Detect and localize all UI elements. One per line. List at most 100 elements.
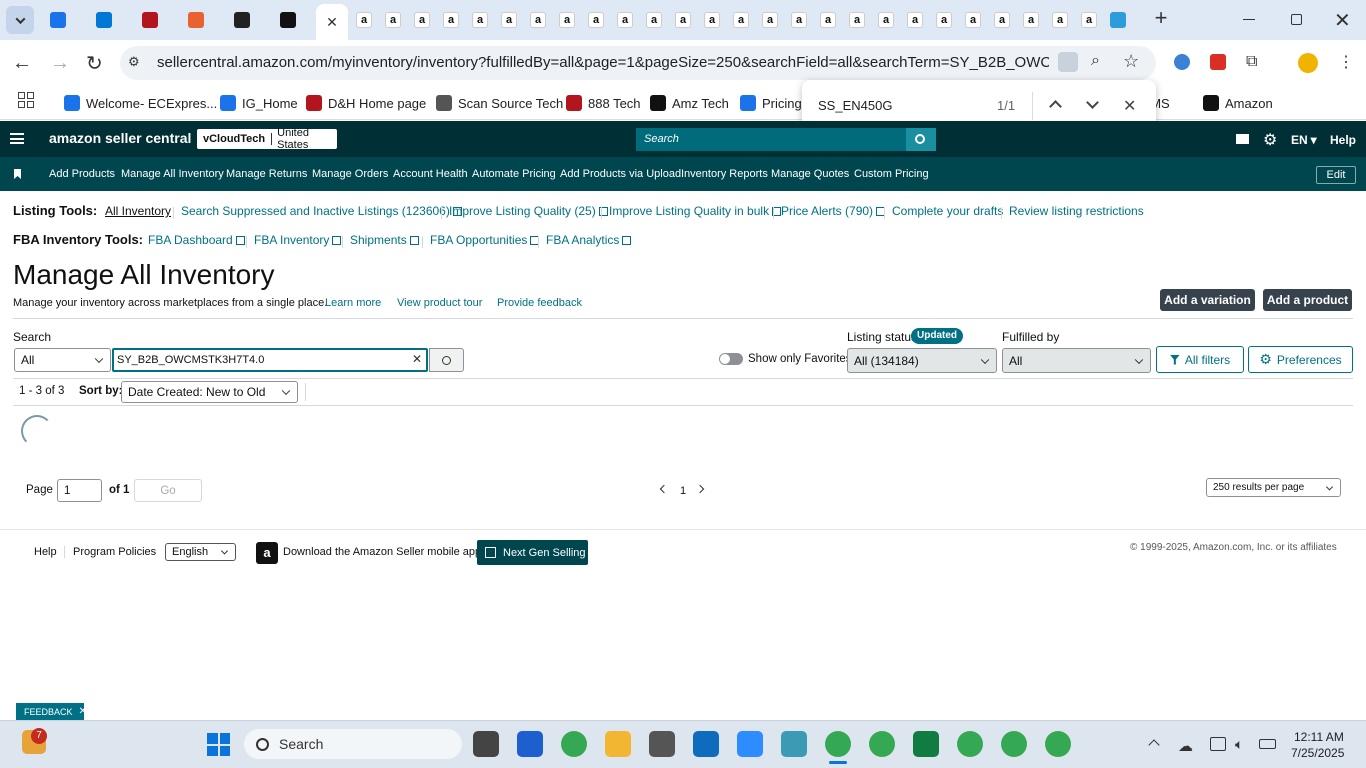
calculator-icon[interactable] <box>649 731 675 757</box>
fba-tool-link[interactable]: Shipments <box>350 233 419 247</box>
browser-tab[interactable] <box>182 6 210 34</box>
bookmark-star-icon[interactable]: ☆ <box>1123 51 1139 72</box>
forward-icon[interactable]: → <box>50 52 70 75</box>
nav-edit-button[interactable]: Edit <box>1316 166 1356 184</box>
browser-tab[interactable]: a <box>553 6 581 34</box>
favorites-toggle[interactable] <box>719 353 743 365</box>
bookmark-item[interactable]: Welcome- ECExpres... <box>64 92 217 114</box>
amazon-app-icon[interactable]: a <box>256 542 278 564</box>
task-view-icon[interactable] <box>473 731 499 757</box>
all-filters-button[interactable]: All filters <box>1156 346 1244 373</box>
fba-tool-link[interactable]: FBA Inventory <box>254 233 342 247</box>
fulfilled-by-select[interactable]: All <box>1002 348 1151 373</box>
app-icon[interactable] <box>781 731 807 757</box>
browser-tab[interactable]: a <box>466 6 494 34</box>
nav-item[interactable]: Add Products via Upload <box>560 168 681 180</box>
hamburger-menu-icon[interactable] <box>10 133 24 144</box>
browser-tab[interactable] <box>90 6 118 34</box>
chrome-profile-icon[interactable] <box>869 731 895 757</box>
browser-tab[interactable]: a <box>408 6 436 34</box>
chrome-icon[interactable] <box>825 731 851 757</box>
sort-select[interactable]: Date Created: New to Old <box>121 381 298 403</box>
maximize-button[interactable] <box>1291 14 1302 25</box>
bookmark-item[interactable]: IG_Home <box>220 92 298 114</box>
browser-tab[interactable]: a <box>350 6 378 34</box>
clear-search-icon[interactable]: ✕ <box>412 352 422 366</box>
bookmark-item[interactable]: Amz Tech <box>650 92 729 114</box>
tab-search-dropdown[interactable] <box>6 6 34 34</box>
reload-icon[interactable]: ↻ <box>86 51 103 76</box>
help-link[interactable]: Help <box>1330 133 1356 147</box>
chrome-icon[interactable] <box>561 731 587 757</box>
nav-item[interactable]: Account Health <box>393 168 468 180</box>
nav-item[interactable]: Manage All Inventory <box>121 168 224 180</box>
bookmark-item[interactable]: Amazon <box>1203 92 1273 114</box>
network-icon[interactable] <box>1210 737 1226 751</box>
file-explorer-icon[interactable] <box>605 731 631 757</box>
listing-tool-link[interactable]: Search Suppressed and Inactive Listings … <box>181 204 462 218</box>
browser-tab[interactable] <box>136 6 164 34</box>
browser-tab[interactable]: a <box>1075 6 1103 34</box>
bookmark-item[interactable]: Scan Source Tech <box>436 92 563 114</box>
footer-policies-link[interactable]: Program Policies <box>73 546 156 558</box>
current-page[interactable]: 1 <box>680 485 686 497</box>
feedback-tab[interactable]: FEEDBACK ✕ <box>16 703 87 720</box>
find-input[interactable]: SS_EN450G <box>818 98 892 113</box>
search-submit-button[interactable] <box>429 348 464 372</box>
nav-item[interactable]: Custom Pricing <box>854 168 929 180</box>
extensions-puzzle-icon[interactable]: ⧉ <box>1246 53 1257 71</box>
browser-tab[interactable]: a <box>756 6 784 34</box>
apps-grid-icon[interactable] <box>18 92 34 108</box>
close-window-button[interactable]: ✕ <box>1334 8 1351 33</box>
browser-tab[interactable]: a <box>959 6 987 34</box>
nav-item[interactable]: Manage Orders <box>312 168 388 180</box>
browser-tab[interactable]: a <box>698 6 726 34</box>
gear-icon[interactable]: ⚙ <box>1263 130 1277 150</box>
site-info-icon[interactable]: ⚙ <box>128 54 144 70</box>
learn-more-link[interactable]: Learn more <box>325 297 381 309</box>
browser-tab[interactable]: a <box>1046 6 1074 34</box>
tab-active[interactable]: ✕ <box>316 4 348 40</box>
close-icon[interactable]: ✕ <box>79 706 87 717</box>
chrome-profile-icon[interactable] <box>957 731 983 757</box>
add-product-button[interactable]: Add a product <box>1263 289 1352 311</box>
zoom-icon[interactable]: ⌕ <box>1091 52 1100 70</box>
bookmark-item[interactable]: Pricing <box>740 92 802 114</box>
header-search-button[interactable] <box>906 128 936 151</box>
listing-tool-link[interactable]: Improve Listing Quality (25) <box>449 204 608 218</box>
mail-icon[interactable] <box>1236 134 1249 144</box>
page-number-input[interactable]: 1 <box>57 479 102 502</box>
nav-item[interactable]: Inventory Reports <box>681 168 768 180</box>
amazon-logo[interactable]: amazon seller central <box>49 130 191 146</box>
browser-tab[interactable]: a <box>379 6 407 34</box>
fba-tool-link[interactable]: FBA Opportunities <box>430 233 540 247</box>
taskbar-search[interactable]: Search <box>244 729 462 759</box>
feedback-link[interactable]: Provide feedback <box>497 297 582 309</box>
browser-tab[interactable]: a <box>785 6 813 34</box>
close-tab-icon[interactable]: ✕ <box>326 14 338 31</box>
url-text[interactable]: sellercentral.amazon.com/myinventory/inv… <box>157 54 1049 71</box>
browser-tab[interactable]: a <box>640 6 668 34</box>
menu-kebab-icon[interactable]: ⋮ <box>1338 52 1354 72</box>
fba-tool-link[interactable]: FBA Dashboard <box>148 233 245 247</box>
footer-language-select[interactable]: English <box>165 543 236 561</box>
account-switcher[interactable]: vCloudTech United States <box>197 127 337 151</box>
listing-tool-link[interactable]: Complete your drafts <box>892 204 1003 218</box>
browser-tab[interactable]: a <box>872 6 900 34</box>
browser-tab[interactable]: a <box>901 6 929 34</box>
next-gen-button[interactable]: Next Gen Selling <box>477 540 588 565</box>
fba-tool-link[interactable]: FBA Analytics <box>546 233 632 247</box>
browser-tab[interactable]: a <box>669 6 697 34</box>
nav-item[interactable]: Manage Returns <box>226 168 307 180</box>
extension-icon[interactable] <box>1174 54 1190 70</box>
nav-item[interactable]: Add Products <box>49 168 115 180</box>
chrome-profile-icon[interactable] <box>1001 731 1027 757</box>
back-icon[interactable]: ← <box>12 52 32 75</box>
store-icon[interactable] <box>517 731 543 757</box>
browser-tab[interactable]: a <box>582 6 610 34</box>
listing-tool-link[interactable]: Price Alerts (790) <box>781 204 886 218</box>
browser-tab[interactable] <box>44 6 72 34</box>
preferences-button[interactable]: ⚙ Preferences <box>1248 346 1353 373</box>
find-close-icon[interactable]: ✕ <box>1123 96 1136 116</box>
go-button[interactable]: Go <box>134 479 202 502</box>
